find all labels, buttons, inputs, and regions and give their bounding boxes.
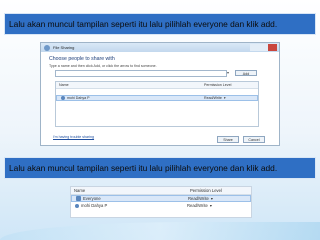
name-input[interactable]	[55, 70, 227, 77]
table-row[interactable]: mohi Dahya P Read/Write ▾	[71, 202, 251, 209]
close-button[interactable]	[268, 44, 277, 51]
column-header-permission: Permission Level	[204, 83, 232, 87]
background-wave	[0, 222, 320, 240]
row-permission: Read/Write	[187, 203, 208, 208]
table-header: Name Permission Level	[56, 82, 258, 89]
table-row[interactable]: mohi Dahya P Read/Write ▾	[56, 95, 258, 101]
row-permission: Read/Write	[204, 96, 222, 100]
column-header-name: Name	[74, 188, 86, 193]
trouble-sharing-link[interactable]: I'm having trouble sharing	[53, 135, 94, 139]
user-icon	[75, 203, 79, 208]
dialog-title: File Sharing	[53, 45, 75, 50]
permission-dropdown[interactable]: Read/Write ▾	[188, 196, 250, 201]
sharing-table: Name Permission Level mohi Dahya P Read/…	[55, 81, 259, 127]
back-arrow-icon[interactable]	[44, 44, 50, 51]
instruction-banner-bottom: Lalu akan muncul tampilan seperti itu la…	[4, 157, 316, 179]
instruction-banner-top: Lalu akan muncul tampilan seperti itu la…	[4, 13, 316, 35]
add-button[interactable]: Add	[235, 70, 257, 76]
chevron-down-icon: ▾	[209, 203, 212, 208]
row-name: mohi Dahya P	[67, 96, 90, 100]
table-row[interactable]: Everyone Read/Write ▾	[71, 195, 251, 202]
column-header-name: Name	[59, 83, 69, 87]
maximize-button[interactable]	[259, 44, 268, 51]
chevron-down-icon: ▾	[223, 96, 226, 100]
minimize-button[interactable]	[250, 44, 259, 51]
permission-dropdown[interactable]: Read/Write ▾	[204, 96, 257, 100]
permission-dropdown[interactable]: Read/Write ▾	[187, 203, 251, 208]
row-name: mohi Dahya P	[81, 203, 108, 208]
user-icon	[61, 96, 65, 100]
dialog-heading: Choose people to share with	[49, 56, 115, 62]
group-icon	[76, 196, 81, 201]
cancel-button[interactable]: Cancel	[243, 136, 265, 143]
row-name: Everyone	[83, 196, 101, 201]
column-header-permission: Permission Level	[190, 188, 222, 193]
share-button[interactable]: Share	[217, 136, 239, 143]
row-permission: Read/Write	[188, 196, 209, 201]
chevron-down-icon: ▾	[210, 196, 213, 201]
window-controls	[250, 44, 277, 51]
chevron-down-icon[interactable]: ▾	[227, 70, 229, 75]
file-sharing-dialog: File Sharing Choose people to share with…	[40, 42, 280, 146]
table-header: Name Permission Level	[71, 187, 251, 195]
dialog-titlebar: File Sharing	[41, 43, 279, 52]
dialog-instructions: Type a name and then click Add, or click…	[49, 64, 157, 68]
zoomed-sharing-table: Name Permission Level Everyone Read/Writ…	[70, 186, 252, 218]
